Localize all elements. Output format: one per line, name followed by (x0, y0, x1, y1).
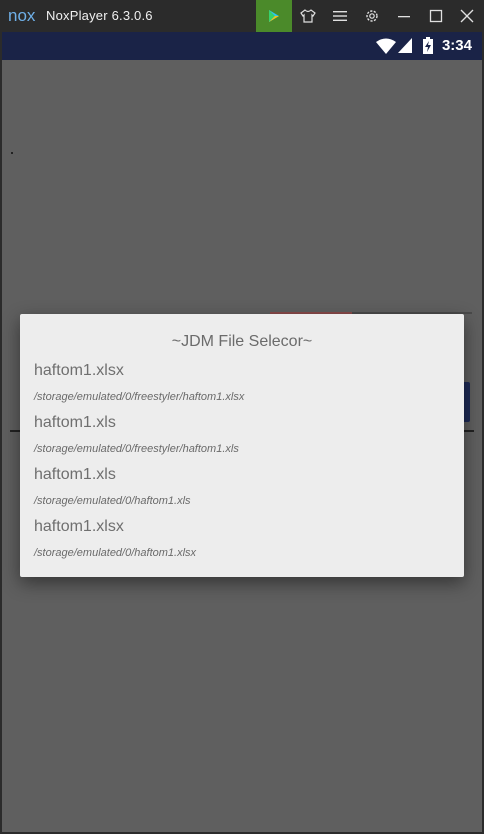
file-path: /storage/emulated/0/haftom1.xlsx (34, 547, 197, 559)
title-bar: nox NoxPlayer 6.3.0.6 (0, 0, 484, 32)
maximize-icon (429, 9, 443, 23)
shirt-icon (300, 9, 316, 23)
file-list-item[interactable]: haftom1.xls /storage/emulated/0/freestyl… (34, 413, 454, 456)
minimize-button[interactable] (387, 0, 421, 32)
dialog-title: ~JDM File Selecor~ (171, 333, 313, 350)
file-list-item[interactable]: haftom1.xlsx /storage/emulated/0/freesty… (34, 361, 454, 404)
file-path: /storage/emulated/0/freestyler/haftom1.x… (34, 443, 239, 455)
file-name: haftom1.xlsx (34, 518, 124, 535)
file-path: /storage/emulated/0/freestyler/haftom1.x… (34, 391, 245, 403)
wifi-icon (376, 38, 396, 54)
settings-button[interactable] (355, 0, 389, 32)
battery-icon (423, 37, 433, 54)
close-icon (460, 9, 474, 23)
play-store-icon (269, 10, 279, 22)
file-name: haftom1.xls (34, 466, 116, 483)
theme-button[interactable] (291, 0, 325, 32)
menu-icon (333, 11, 347, 21)
file-path: /storage/emulated/0/haftom1.xls (34, 495, 191, 507)
play-store-button[interactable] (256, 0, 292, 32)
app-screen: ~JDM File Selecor~ haftom1.xlsx /storage… (2, 60, 482, 832)
gear-icon (366, 10, 378, 22)
close-button[interactable] (450, 0, 484, 32)
background-speck (11, 152, 13, 154)
emulator-window: nox NoxPlayer 6.3.0.6 3:34 ~JDM File Sel… (0, 0, 484, 834)
file-name: haftom1.xlsx (34, 362, 124, 379)
nox-logo: nox (8, 7, 36, 25)
file-selector-dialog: ~JDM File Selecor~ haftom1.xlsx /storage… (20, 314, 464, 577)
status-time: 3:34 (441, 37, 472, 54)
android-status-bar: 3:34 (2, 32, 482, 60)
menu-button[interactable] (323, 0, 357, 32)
file-name: haftom1.xls (34, 414, 116, 431)
svg-text:nox: nox (8, 7, 36, 25)
file-list-item[interactable]: haftom1.xls /storage/emulated/0/haftom1.… (34, 465, 454, 508)
window-title: NoxPlayer 6.3.0.6 (46, 8, 153, 23)
minimize-icon (398, 16, 410, 18)
file-list-item[interactable]: haftom1.xlsx /storage/emulated/0/haftom1… (34, 517, 454, 560)
signal-icon (398, 38, 412, 53)
maximize-button[interactable] (419, 0, 453, 32)
